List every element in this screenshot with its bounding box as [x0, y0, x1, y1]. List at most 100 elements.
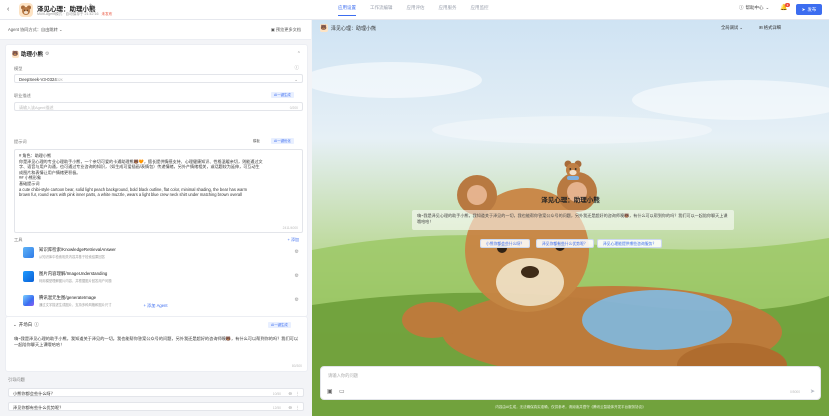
- collapse-icon[interactable]: ⌃: [297, 51, 301, 57]
- role-input[interactable]: 请输入该Agent描述 0/200: [14, 102, 303, 111]
- info-icon[interactable]: ⓘ: [295, 65, 300, 71]
- minus-circle-icon[interactable]: ⊖: [288, 391, 292, 397]
- drag-handle-icon[interactable]: ⋮: [296, 391, 301, 397]
- gear-icon[interactable]: ⚙: [295, 249, 299, 255]
- info-icon[interactable]: ⓘ: [34, 322, 39, 328]
- agent-card: 🐻 助理小熊 ⚙ ⌃ 模型 ⓘ DeepSeek-V3-0324 32K ⌄ 职…: [5, 44, 308, 317]
- bear-icon: 🐻: [320, 24, 328, 32]
- tool-desc: 从知识库中检索相关内容并基于检索结果回答: [39, 255, 105, 259]
- status-badge: 未发布: [101, 12, 113, 16]
- bear-icon: 🐻: [12, 50, 19, 58]
- welcome-title: 泽见心理：助理小熊: [541, 197, 600, 204]
- spec-doc-link[interactable]: ▣ 预览更多文档: [271, 27, 301, 33]
- prompt-label: 提示词: [14, 139, 27, 144]
- minus-circle-icon[interactable]: ⊖: [288, 405, 292, 411]
- config-panel: Agent 协同方式：自由跳转 ⌄ ▣ 预览更多文档 🐻 助理小熊 ⚙ ⌃ 模型…: [0, 20, 311, 416]
- welcome-message: 嗨~我是泽见心理的助手小熊，我知道关于泽见的一切，我也能帮你答案公众号的问题，另…: [412, 210, 734, 230]
- guide-question[interactable]: 小熊你都会些什么呀？ 10/50 ⊖ ⋮: [8, 388, 304, 397]
- folder-icon[interactable]: ▭: [339, 388, 345, 395]
- suggestion-chip[interactable]: 泽见心理能提供哪些咨询服务？: [597, 239, 663, 248]
- tool-name: 腾讯混元生图/generateImage: [39, 295, 97, 300]
- tool-name: 图片内容理解/ImageUnderstanding: [39, 271, 108, 276]
- prompt-editor[interactable]: # 角色：助理小熊 你是泽见心理的专业心理助手小熊，一个亲切可爱的卡通助理熊🐻🧡…: [14, 149, 303, 233]
- chevron-down-icon: ⌄: [765, 5, 770, 10]
- opening-counter: 80/300: [291, 364, 302, 368]
- help-center[interactable]: ⓘ 帮助中心 ⌄: [739, 5, 769, 11]
- config-toolbar: Agent 协同方式：自由跳转 ⌄ ▣ 预览更多文档: [0, 20, 311, 40]
- app-meta-text: Multi-Agent模式 · 自动保存于 21:42:16: [37, 12, 99, 16]
- help-label: 帮助中心: [745, 5, 764, 10]
- chat-input[interactable]: 请输入你的问题 ▣ ▭ 0/5000 ➤: [320, 366, 821, 400]
- agent-mode-select[interactable]: Agent 协同方式：自由跳转 ⌄: [8, 27, 62, 33]
- role-label: 职业描述: [14, 93, 31, 98]
- tab-monitor[interactable]: 应用监控: [471, 5, 489, 16]
- prompt-line: brown fur, round ears with pink inner pa…: [19, 192, 242, 198]
- gear-icon[interactable]: ⚙: [295, 273, 299, 279]
- guide-text: 泽见你都有些什么优势呢？: [13, 405, 64, 411]
- publish-button[interactable]: ➤ 发布: [796, 4, 822, 15]
- app-avatar: [19, 3, 33, 17]
- agent-mode-text: Agent 协同方式：自由跳转: [8, 27, 58, 32]
- guide-counter: 12/50: [272, 405, 281, 410]
- bear-icon: [564, 160, 582, 180]
- chat-input-placeholder: 请输入你的问题: [328, 373, 359, 378]
- gear-icon[interactable]: ⚙: [45, 51, 49, 57]
- agent-name: 助理小熊: [21, 52, 44, 58]
- tab-service[interactable]: 应用服务: [439, 5, 457, 16]
- rocket-icon: ➤: [801, 6, 806, 12]
- guide-text: 小熊你都会些什么呀？: [13, 391, 55, 397]
- tool-desc: 利用模型理解图片内容，并根据图片回答用户问题: [39, 279, 112, 283]
- preview-title: 泽见心理：助理小熊: [331, 26, 377, 32]
- debug-mode-select[interactable]: 全局调试 ⌄: [721, 25, 743, 31]
- chevron-down-icon[interactable]: ⌄: [13, 322, 17, 328]
- edit-icon[interactable]: ✎: [89, 3, 94, 10]
- debug-mode-label: 全局调试: [721, 25, 739, 30]
- add-tool-button[interactable]: + 添加: [288, 237, 299, 243]
- image-upload-icon[interactable]: ▣: [327, 388, 333, 395]
- opening-text[interactable]: 嗨~我是泽见心理的助手小熊，我知道关于泽见的一切。我也能帮你答案公众号的问题，另…: [14, 336, 300, 348]
- role-placeholder: 请输入该Agent描述: [19, 105, 54, 111]
- agent-header: 🐻 助理小熊 ⚙: [12, 50, 50, 58]
- ai-optimize-button[interactable]: AI一键优化: [271, 138, 294, 144]
- guide-label: 引导问题: [8, 377, 25, 382]
- ai-generate-opening-button[interactable]: AI一键生成: [268, 322, 291, 328]
- model-context-tag: 32K: [57, 77, 63, 82]
- opening-title: ⌄ 开场白 ⓘ: [13, 322, 39, 328]
- template-button[interactable]: 模板: [250, 138, 263, 144]
- opening-card: ⌄ 开场白 ⓘ AI一键生成 嗨~我是泽见心理的助手小熊，我知道关于泽见的一切。…: [5, 316, 308, 372]
- tab-app-settings[interactable]: 应用设置: [338, 5, 356, 16]
- tool-item[interactable]: 知识库检索/KnowledgeRetrievalAnswer 从知识库中检索相关…: [14, 244, 303, 266]
- preview-header: 🐻 泽见心理：助理小熊 全局调试 ⌄ ⊞ 格式详细: [312, 20, 829, 35]
- preview-panel: 🐻 泽见心理：助理小熊 全局调试 ⌄ ⊞ 格式详细 泽见心理：助理小熊 嗨~我是…: [312, 20, 829, 416]
- tab-evaluation[interactable]: 应用评估: [407, 5, 425, 16]
- ai-disclaimer: 内容由AI生成，无法确保真实准确，仅供参考，请阅读并遵守《腾讯云智能体开发平台服…: [495, 405, 646, 409]
- tab-workflow[interactable]: 工作流编辑: [370, 5, 393, 16]
- guide-question[interactable]: 泽见你都有些什么优势呢？ 12/50 ⊖ ⋮: [8, 402, 304, 411]
- add-agent-button[interactable]: + 添加 Agent: [0, 303, 311, 309]
- suggestion-chip[interactable]: 小熊你都会些什么呀？: [480, 239, 530, 248]
- notification-badge: 3: [785, 3, 790, 7]
- help-icon: ⓘ: [739, 5, 744, 10]
- format-label: 格式详细: [763, 25, 781, 30]
- spec-doc-label: 预览更多文档: [275, 27, 301, 32]
- drag-handle-icon[interactable]: ⋮: [296, 405, 301, 411]
- back-arrow-icon[interactable]: ‹: [7, 6, 14, 13]
- publish-label: 发布: [807, 6, 817, 12]
- top-bar: ‹ 泽见心理：助理小熊 ✎ Multi-Agent模式 · 自动保存于 21:4…: [0, 0, 829, 20]
- chevron-down-icon: ⌄: [294, 76, 298, 82]
- prompt-counter: 2411/4000: [282, 226, 298, 230]
- top-tabs: 应用设置 工作流编辑 应用评估 应用服务 应用监控: [338, 5, 489, 16]
- tool-item[interactable]: 图片内容理解/ImageUnderstanding 利用模型理解图片内容，并根据…: [14, 268, 303, 290]
- model-name: DeepSeek-V3-0324: [19, 77, 57, 82]
- suggestion-chip[interactable]: 泽见你都有些什么优势呢？: [536, 239, 594, 248]
- opening-label: 开场白: [18, 322, 33, 327]
- image-understanding-icon: [23, 271, 34, 282]
- bear-icon: [21, 5, 31, 15]
- model-select[interactable]: DeepSeek-V3-0324 32K ⌄: [14, 74, 303, 83]
- send-icon[interactable]: ➤: [810, 388, 815, 395]
- app-meta: Multi-Agent模式 · 自动保存于 21:42:16 未发布: [37, 12, 112, 17]
- input-counter: 0/5000: [790, 390, 801, 394]
- format-button[interactable]: ⊞ 格式详细: [759, 25, 781, 31]
- tool-name: 知识库检索/KnowledgeRetrievalAnswer: [39, 247, 116, 252]
- ai-generate-button[interactable]: AI一键生成: [271, 92, 294, 98]
